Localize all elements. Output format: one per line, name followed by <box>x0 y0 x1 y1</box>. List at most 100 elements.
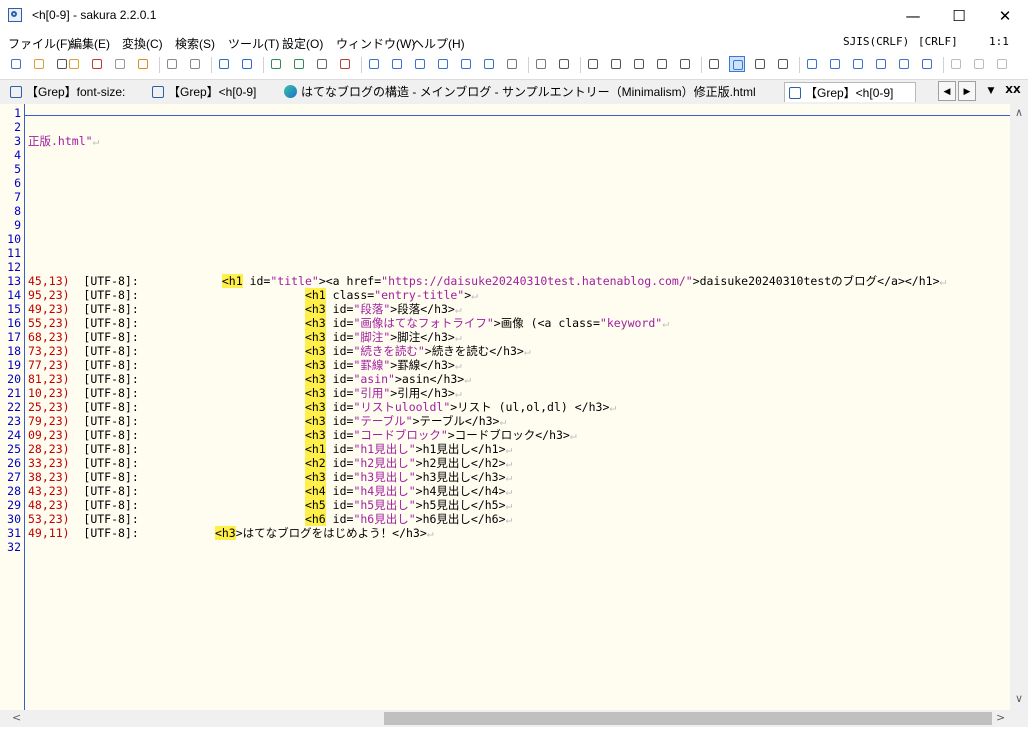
menu-tools[interactable]: ツール(T) <box>228 35 279 52</box>
editor-line[interactable]: 2 <box>0 120 1010 134</box>
editor-line[interactable]: 11 <box>0 246 1010 260</box>
menu-convert[interactable]: 変換(C) <box>122 35 163 52</box>
editor-line[interactable]: 12 <box>0 260 1010 274</box>
find-icon[interactable] <box>366 56 382 72</box>
editor-line[interactable]: 24 09,23) [UTF-8]: <h3 id="コードブロック">コードブロ… <box>0 428 1010 442</box>
macro-19-icon[interactable] <box>804 56 820 72</box>
editor-line[interactable]: 3 正版.html"↵ <box>0 134 1010 148</box>
settings-icon[interactable] <box>654 56 670 72</box>
editor-line[interactable]: 27 38,23) [UTF-8]: <h3 id="h3見出し">h3見出し</… <box>0 470 1010 484</box>
editor-line[interactable]: 22 25,23) [UTF-8]: <h3 id="リストulooldl">リス… <box>0 400 1010 414</box>
scroll-right-arrow-icon[interactable]: > <box>996 711 1005 724</box>
editor-line[interactable]: 9 <box>0 218 1010 232</box>
tab-next-button[interactable]: ▶ <box>958 81 976 101</box>
find-next-icon[interactable] <box>412 56 428 72</box>
close-file-icon[interactable] <box>89 56 105 72</box>
window-list-icon[interactable] <box>585 56 601 72</box>
tab-prev-button[interactable]: ◀ <box>938 81 956 101</box>
tile-h-icon[interactable] <box>608 56 624 72</box>
editor-line[interactable]: 29 48,23) [UTF-8]: <h5 id="h5見出し">h5見出し</… <box>0 498 1010 512</box>
editor-line[interactable]: 31 49,11) [UTF-8]: <h3>はてなブログをはじめよう！</h3>… <box>0 526 1010 540</box>
new-file-icon[interactable] <box>8 56 24 72</box>
grep-icon[interactable] <box>268 56 284 72</box>
editor-line[interactable]: 5 <box>0 162 1010 176</box>
tab-close-all-button[interactable]: XX <box>1004 81 1022 101</box>
view-mode-icon[interactable] <box>729 56 745 72</box>
minimize-button[interactable]: — <box>890 0 936 32</box>
tab-list-button[interactable]: ▼ <box>982 81 1000 101</box>
tab-html-file[interactable]: はてなブログの構造 - メインブログ - サンプルエントリー（Minimalis… <box>280 82 780 102</box>
editor-line[interactable]: 7 <box>0 190 1010 204</box>
tile-v-icon[interactable] <box>631 56 647 72</box>
editor-line[interactable]: 32 <box>0 540 1010 554</box>
redo-icon[interactable] <box>187 56 203 72</box>
misc-icon[interactable] <box>994 56 1010 72</box>
editor-line[interactable]: 14 95,23) [UTF-8]: <h1 class="entry-title… <box>0 288 1010 302</box>
move-next-icon[interactable] <box>239 56 255 72</box>
grep-replace-icon[interactable] <box>291 56 307 72</box>
font-icon[interactable] <box>706 56 722 72</box>
find-clear-icon[interactable] <box>481 56 497 72</box>
editor-line[interactable]: 17 68,23) [UTF-8]: <h3 id="脚注">脚注</h3>↵ <box>0 330 1010 344</box>
print-preview-icon[interactable] <box>556 56 572 72</box>
save-gray-icon[interactable] <box>112 56 128 72</box>
tab-mode-icon[interactable] <box>775 56 791 72</box>
editor-line[interactable]: 23 79,23) [UTF-8]: <h3 id="テーブル">テーブル</h3… <box>0 414 1010 428</box>
horizontal-scroll-thumb[interactable] <box>384 712 992 725</box>
scroll-up-arrow-icon[interactable]: ∧ <box>1015 106 1023 119</box>
editor-line[interactable]: 13 45,13) [UTF-8]: <h1 id="title"><a href… <box>0 274 1010 288</box>
macro-10-icon[interactable] <box>873 56 889 72</box>
sakura-app-icon[interactable] <box>8 8 22 22</box>
editor-line[interactable]: 18 73,23) [UTF-8]: <h3 id="続きを読む">続きを読む</… <box>0 344 1010 358</box>
editor-line[interactable]: 26 33,23) [UTF-8]: <h2 id="h2見出し">h2見出し</… <box>0 456 1010 470</box>
hand-icon[interactable] <box>337 56 353 72</box>
c-icon[interactable] <box>971 56 987 72</box>
menu-file[interactable]: ファイル(F) <box>8 35 71 52</box>
macro-13-icon[interactable] <box>919 56 935 72</box>
editor-line[interactable]: 21 10,23) [UTF-8]: <h3 id="引用">引用</h3>↵ <box>0 386 1010 400</box>
undo-icon[interactable] <box>164 56 180 72</box>
tab-grep-font-size[interactable]: 【Grep】font-size: <box>6 82 146 102</box>
find-replace-icon[interactable] <box>458 56 474 72</box>
jump-icon[interactable] <box>504 56 520 72</box>
menu-search[interactable]: 検索(S) <box>175 35 215 52</box>
maximize-button[interactable]: ☐ <box>936 0 982 32</box>
vertical-scrollbar[interactable]: ∧ ∨ <box>1010 104 1028 710</box>
abc-icon[interactable] <box>948 56 964 72</box>
save-icon[interactable] <box>135 56 151 72</box>
scroll-left-arrow-icon[interactable]: < <box>12 711 21 724</box>
copy-path-icon[interactable] <box>314 56 330 72</box>
open-folder-icon[interactable] <box>31 56 47 72</box>
editor-line[interactable]: 20 81,23) [UTF-8]: <h3 id="asin">asin</h3… <box>0 372 1010 386</box>
move-prev-icon[interactable] <box>216 56 232 72</box>
editor-line[interactable]: 4 <box>0 148 1010 162</box>
find-all-icon[interactable] <box>435 56 451 72</box>
tab-grep-h-tag-active[interactable]: 【Grep】<h[0-9] <box>784 82 916 102</box>
macro-9-icon[interactable] <box>827 56 843 72</box>
editor-line[interactable]: 25 28,23) [UTF-8]: <h1 id="h1見出し">h1見出し</… <box>0 442 1010 456</box>
tab-grep-h-tag[interactable]: 【Grep】<h[0-9] <box>148 82 276 102</box>
editor-area[interactable]: 1 2 3 正版.html"↵ 4 5 6 7 8 9 10 11 12 13 45,13) [UTF-8]… <box>0 104 1010 710</box>
editor-line[interactable]: 16 55,23) [UTF-8]: <h3 id="画像はてなフォトライフ">画… <box>0 316 1010 330</box>
editor-line[interactable]: 28 43,23) [UTF-8]: <h4 id="h4見出し">h4見出し</… <box>0 484 1010 498</box>
close-button[interactable]: ✕ <box>982 0 1028 32</box>
compare-icon[interactable] <box>533 56 549 72</box>
editor-line[interactable]: 19 77,23) [UTF-8]: <h3 id="罫線">罫線</h3>↵ <box>0 358 1010 372</box>
horizontal-scrollbar[interactable]: < > <box>0 710 1010 727</box>
editor-line[interactable]: 10 <box>0 232 1010 246</box>
editor-line[interactable]: 1 <box>0 106 1010 120</box>
editor-line[interactable]: 8 <box>0 204 1010 218</box>
open-recent-icon[interactable] <box>66 56 82 72</box>
editor-line[interactable]: 30 53,23) [UTF-8]: <h6 id="h6見出し">h6見出し</… <box>0 512 1010 526</box>
editor-line[interactable]: 6 <box>0 176 1010 190</box>
menu-edit[interactable]: 編集(E) <box>70 35 110 52</box>
scroll-down-arrow-icon[interactable]: ∨ <box>1015 692 1023 705</box>
find-prev-icon[interactable] <box>389 56 405 72</box>
menu-help[interactable]: ヘルプ(H) <box>412 35 465 52</box>
editor-line[interactable]: 15 49,23) [UTF-8]: <h3 id="段落">段落</h3>↵ <box>0 302 1010 316</box>
keyboard-icon[interactable] <box>752 56 768 72</box>
menu-settings[interactable]: 設定(O) <box>282 35 323 52</box>
menu-window[interactable]: ウィンドウ(W) <box>336 35 415 52</box>
macro-12-icon[interactable] <box>896 56 912 72</box>
macro-11-icon[interactable] <box>850 56 866 72</box>
